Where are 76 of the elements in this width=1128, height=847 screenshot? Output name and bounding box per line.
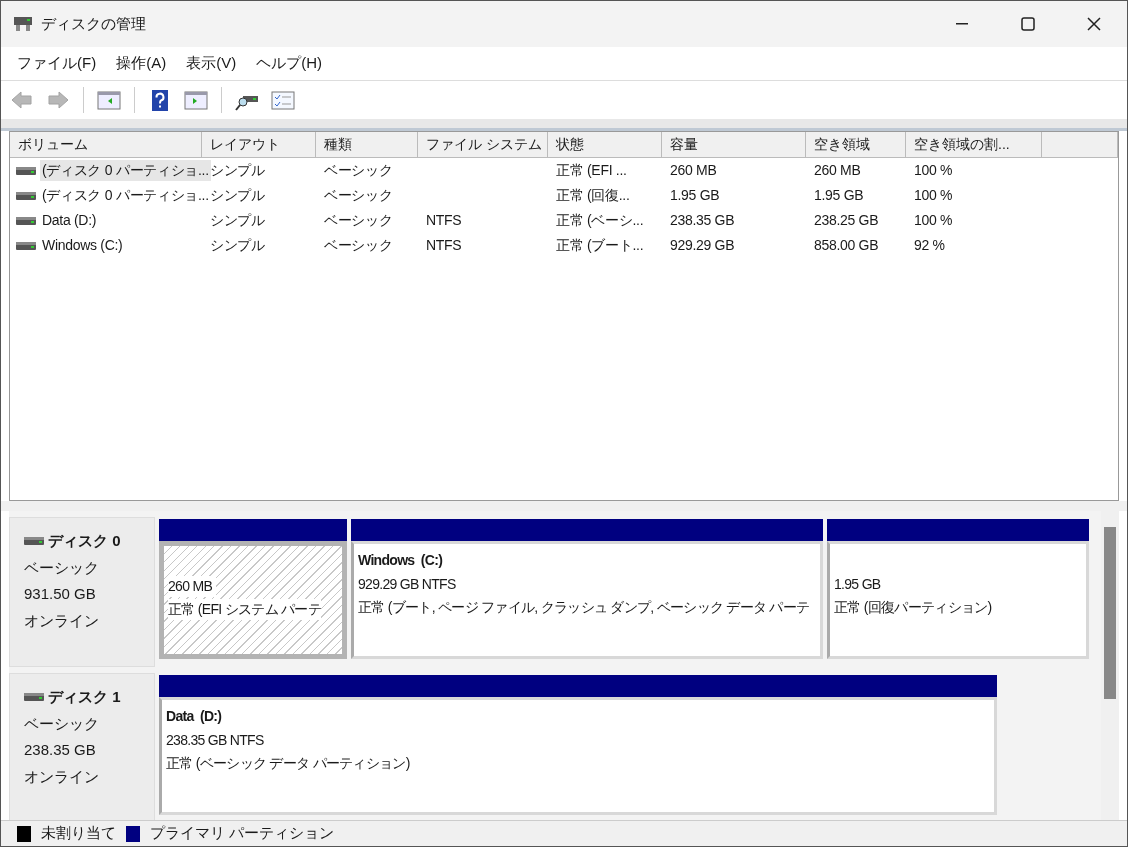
disk-detail: 238.35 GB [24,740,97,760]
disk-drive-icon [16,240,36,251]
disk-detail: オンライン [24,766,100,787]
menu-item[interactable]: ヘルプ(H) [246,52,332,75]
column-header[interactable]: レイアウト [202,132,316,157]
column-header[interactable]: 状態 [548,132,662,157]
table-cell-text: 1.95 GB [669,186,721,205]
column-header[interactable]: 空き領域 [806,132,906,157]
partition-status: 正常 (ベーシック データ パーティション) [166,753,410,774]
volume-name[interactable]: (ディスク 0 パーティショ... [40,185,211,206]
menu-item[interactable]: 表示(V) [176,52,247,75]
table-cell-text: 100 % [913,161,954,180]
close-icon [1087,17,1101,31]
disk-drive-icon [13,16,33,32]
disk-drive-icon [24,692,44,703]
partition-label: Data (D:) [166,707,223,726]
volume-name[interactable]: Data (D:) [40,210,99,231]
partition-status: 正常 (回復パーティション) [834,597,992,618]
table-cell-text: NTFS [425,211,463,230]
table-cell-text: 正常 (ベーシ... [555,211,645,230]
partition-label: Windows (C:) [358,551,444,570]
checklist-icon [271,89,295,111]
partition-status: 正常 (EFI システム パーテ [168,599,321,620]
disk-name: ディスク 1 [48,687,121,707]
table-cell-text: 100 % [913,186,954,205]
menu-item[interactable]: 操作(A) [106,52,177,75]
table-cell-text: ベーシック [323,186,394,205]
table-cell-text: 260 MB [669,161,718,180]
maximize-icon [1021,17,1035,31]
table-cell-text: 238.25 GB [813,211,880,230]
disk-drive-icon [16,190,36,201]
legend-label: プライマリ パーティション [150,823,335,844]
window-pane-icon [184,89,208,111]
disk-drive-icon [24,536,44,547]
table-cell-text: 1.95 GB [813,186,865,205]
table-cell-text: 929.29 GB [669,236,736,255]
disk-detail: オンライン [24,610,100,631]
table-cell-text: 正常 (ブート... [555,236,645,255]
table-cell-text: 正常 (回復... [555,186,631,205]
table-cell-text: NTFS [425,236,463,255]
minimize-icon [956,23,968,25]
back-arrow-icon [10,89,34,111]
legend-label: 未割り当て [41,823,116,844]
disk-name: ディスク 0 [48,531,121,551]
table-cell-text: 92 % [913,236,946,255]
column-header[interactable]: 種類 [316,132,418,157]
column-header[interactable]: 容量 [662,132,806,157]
volume-name[interactable]: (ディスク 0 パーティショ... [40,160,211,181]
volume-name[interactable]: Windows (C:) [40,235,125,256]
window-pane-icon [97,89,121,111]
disk-drive-icon [16,215,36,226]
disk-detail: ベーシック [24,713,100,734]
partition-size: 260 MB [168,576,217,597]
menu-item[interactable]: ファイル(F) [7,52,107,75]
table-cell-text: 正常 (EFI ... [555,161,628,180]
table-cell-text: シンプル [209,236,266,255]
scrollbar-thumb[interactable] [1104,527,1116,699]
disk-detail: 931.50 GB [24,584,97,604]
window-title: ディスクの管理 [41,13,146,34]
table-cell-text: 238.35 GB [669,211,736,230]
partition-status: 正常 (ブート, ページ ファイル, クラッシュ ダンプ, ベーシック データ パーテ [358,597,810,618]
table-cell-text: シンプル [209,211,266,230]
table-cell-text: 100 % [913,211,954,230]
table-cell-text: ベーシック [323,161,394,180]
table-cell-text: シンプル [209,161,266,180]
column-header[interactable]: ファイル システム [418,132,548,157]
table-cell-text: シンプル [209,186,266,205]
table-cell-text: ベーシック [323,236,394,255]
disk-drive-icon [16,165,36,176]
disk-detail: ベーシック [24,557,100,578]
table-cell-text: 858.00 GB [813,236,880,255]
table-cell-text: 260 MB [813,161,862,180]
column-header[interactable]: 空き領域の割... [906,132,1042,157]
forward-arrow-icon [46,89,70,111]
table-cell-text: ベーシック [323,211,394,230]
column-header[interactable]: ボリューム [10,132,202,157]
